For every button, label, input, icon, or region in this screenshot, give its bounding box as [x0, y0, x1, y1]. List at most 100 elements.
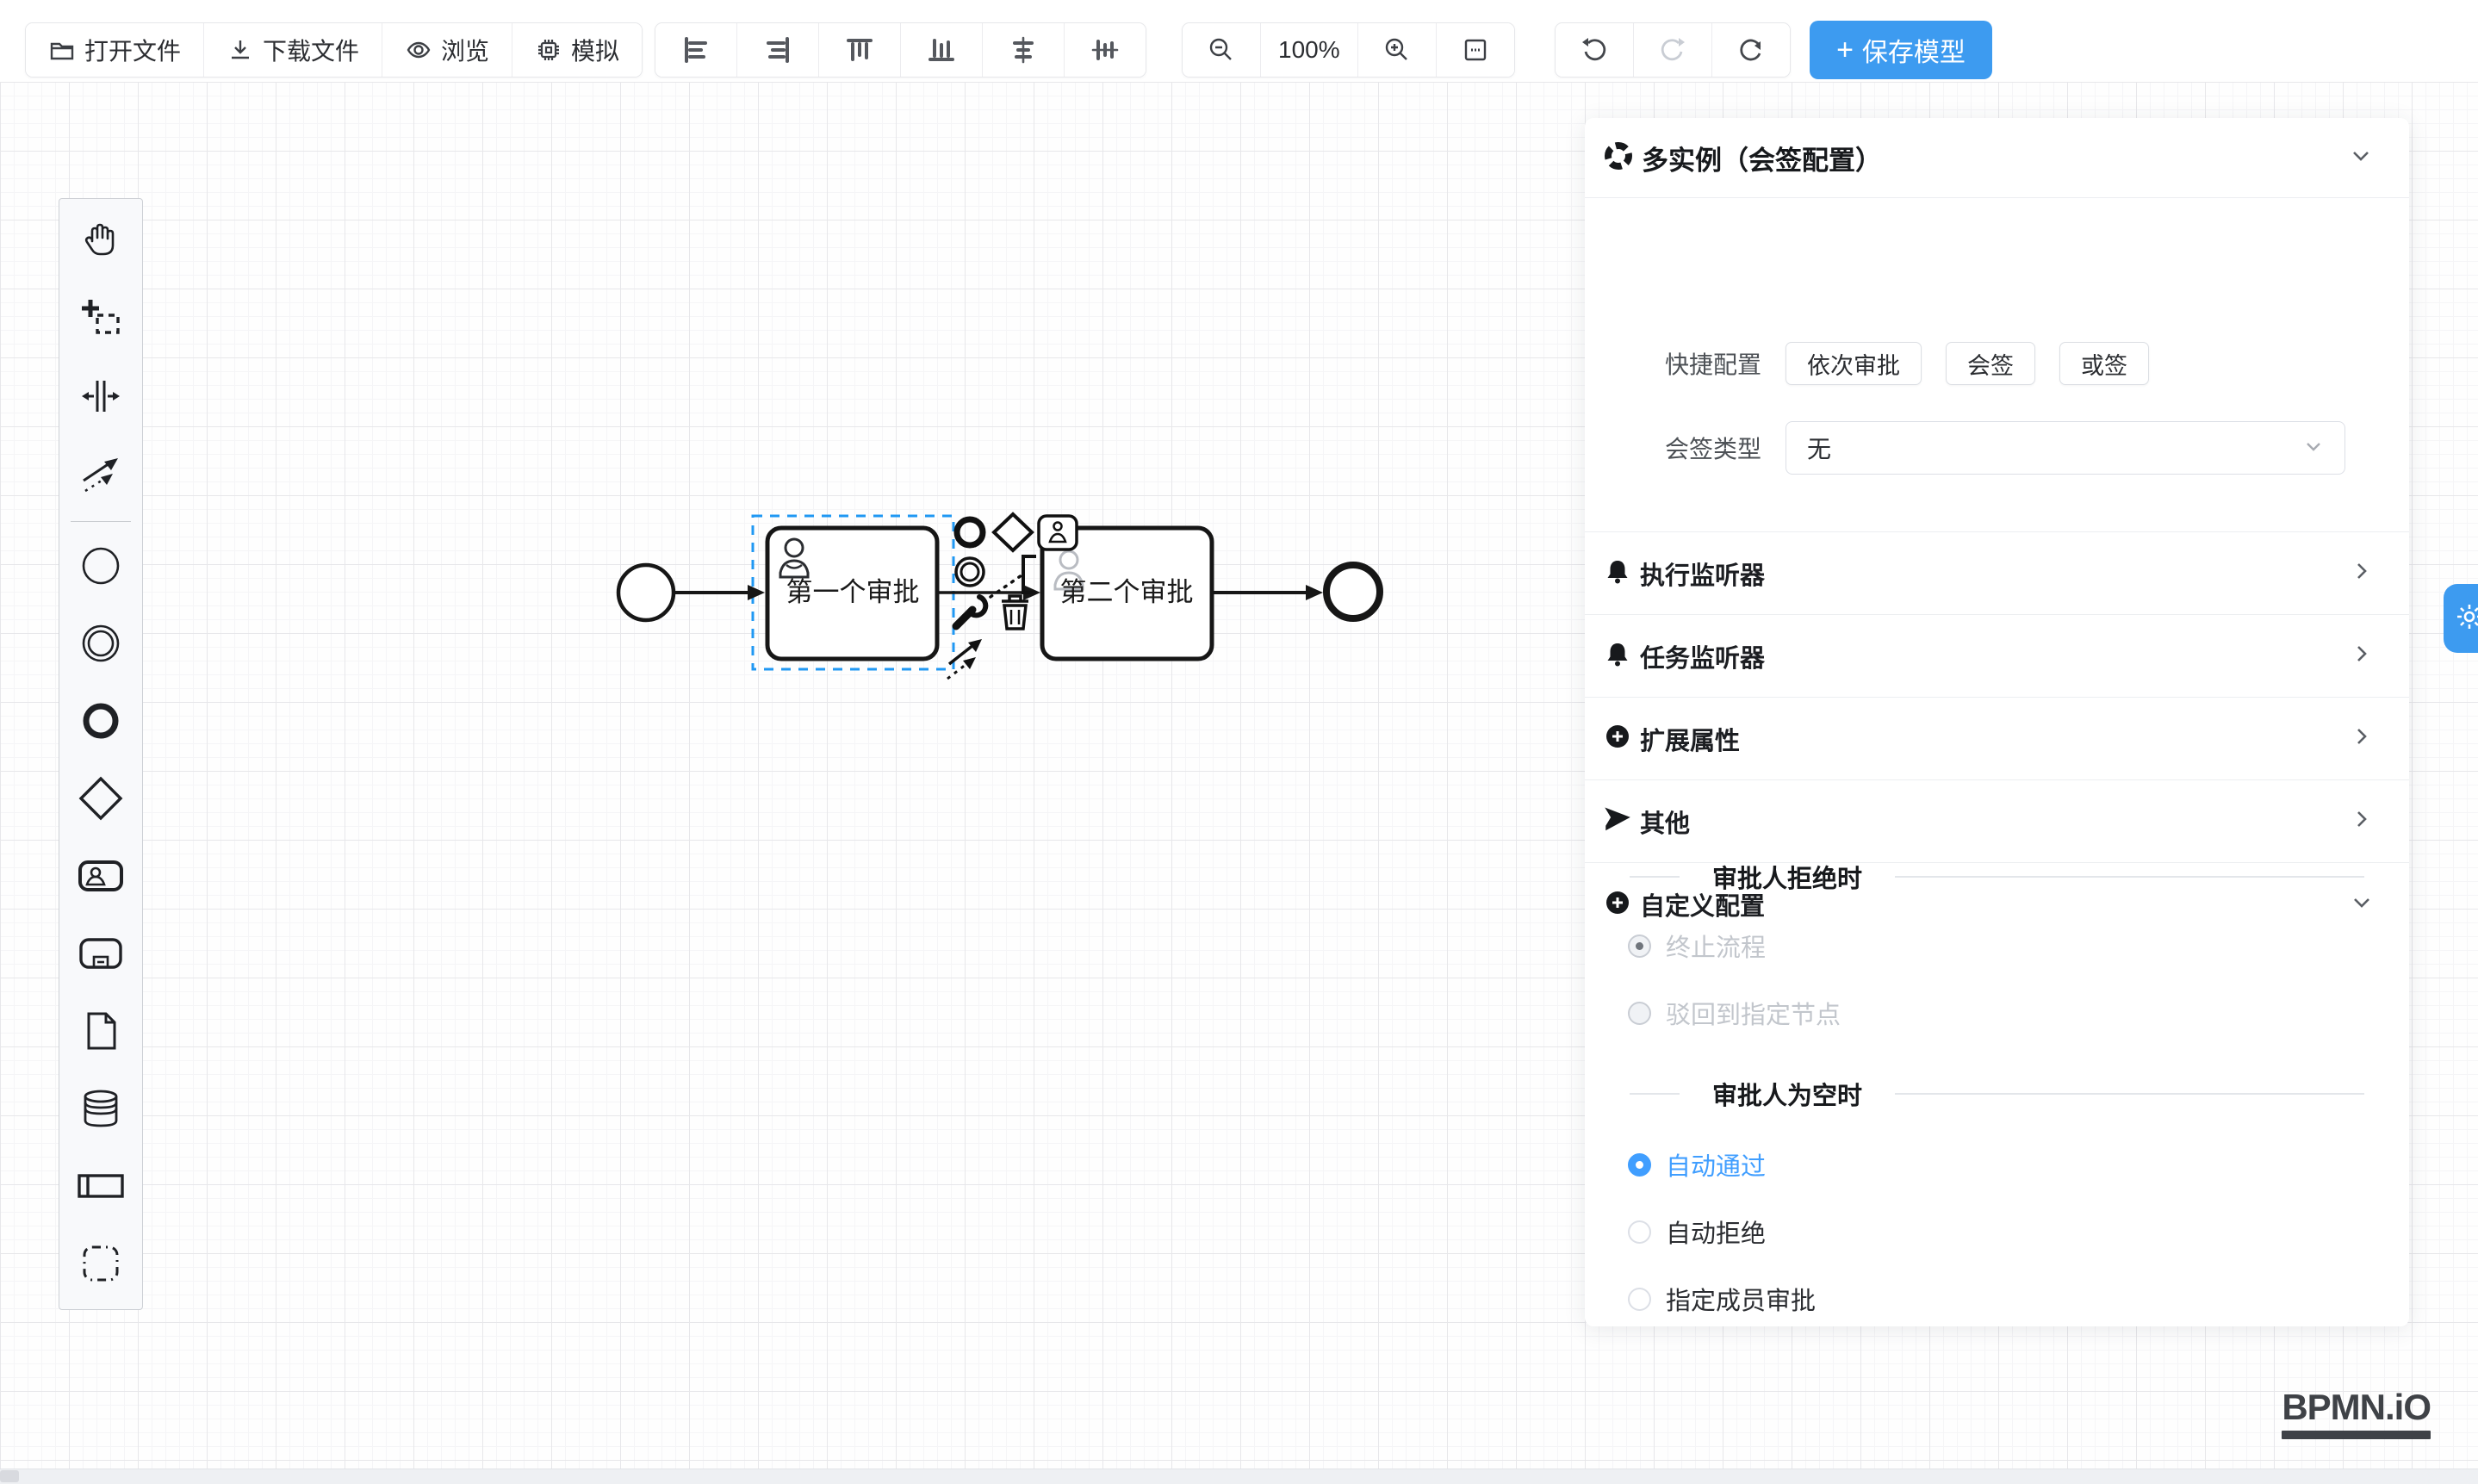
fit-viewport-button[interactable] [1437, 23, 1514, 77]
align-bottom-button[interactable] [901, 23, 983, 77]
panel-header[interactable]: 多实例（会签配置） [1585, 118, 2409, 198]
section-execution-listener[interactable]: 执行监听器 [1585, 532, 2409, 615]
section-extended-attributes[interactable]: 扩展属性 [1585, 698, 2409, 780]
section-task-listener[interactable]: 任务监听器 [1585, 615, 2409, 698]
lasso-tool-icon [78, 296, 123, 345]
align-right-icon [763, 35, 792, 65]
create-end-event[interactable] [61, 684, 140, 761]
gateway-icon [77, 774, 125, 827]
undo-button[interactable] [1556, 23, 1634, 77]
global-connect-tool[interactable] [61, 437, 140, 514]
settings-tab[interactable] [2444, 584, 2478, 653]
create-subprocess[interactable] [61, 916, 140, 994]
align-top-icon [845, 35, 874, 65]
preview-button[interactable]: 浏览 [382, 23, 512, 77]
radio-terminate-process[interactable]: 终止流程 [1628, 928, 1766, 963]
bpmn-io-logo-underline [2282, 1431, 2431, 1439]
align-left-button[interactable] [655, 23, 737, 77]
create-group[interactable] [61, 1226, 140, 1304]
palette-separator [71, 521, 131, 522]
bpmn-palette [59, 198, 143, 1310]
countersign-button[interactable]: 会签 [1946, 342, 2035, 385]
align-toolbar-group [655, 22, 1146, 78]
create-user-task[interactable] [61, 839, 140, 916]
empty-group-divider: 审批人为空时 [1585, 1077, 2409, 1111]
radio-icon[interactable] [1628, 934, 1651, 958]
section-label: 其他 [1640, 804, 1690, 840]
zoom-out-button[interactable] [1183, 23, 1261, 77]
create-gateway[interactable] [61, 761, 140, 839]
end-event-icon [78, 699, 123, 748]
create-intermediate-event[interactable] [61, 606, 140, 684]
data-object-icon [78, 1009, 123, 1058]
horizontal-scrollbar[interactable] [0, 1468, 2478, 1484]
start-event-icon [78, 543, 123, 593]
divider-line [1630, 1093, 1680, 1095]
app-window: 第一个审批 第二个审批 [0, 0, 2478, 1484]
chevron-down-icon[interactable] [2349, 144, 2373, 172]
create-data-object[interactable] [61, 994, 140, 1071]
empty-group-title: 审批人为空时 [1712, 1076, 1862, 1112]
align-middle-button[interactable] [1065, 23, 1146, 77]
hand-tool[interactable] [61, 204, 140, 282]
data-store-icon [78, 1086, 123, 1135]
section-label: 扩展属性 [1640, 721, 1740, 757]
radio-auto-pass[interactable]: 自动通过 [1628, 1147, 1766, 1182]
or-sign-button[interactable]: 或签 [2059, 342, 2149, 385]
scrollbar-thumb[interactable] [0, 1470, 19, 1482]
radio-label: 指定成员审批 [1666, 1281, 1816, 1317]
group-icon [78, 1241, 123, 1290]
radio-icon[interactable] [1628, 1153, 1651, 1177]
align-center-button[interactable] [983, 23, 1065, 77]
refresh-button[interactable] [1712, 23, 1790, 77]
space-tool[interactable] [61, 359, 140, 437]
space-tool-icon [78, 374, 123, 423]
align-top-button[interactable] [819, 23, 901, 77]
align-center-horizontal-icon [1009, 35, 1038, 65]
radio-icon[interactable] [1628, 1220, 1651, 1244]
panel-title: 多实例（会签配置） [1642, 139, 1882, 177]
radio-assign-member[interactable]: 指定成员审批 [1628, 1282, 1816, 1316]
lasso-tool[interactable] [61, 282, 140, 359]
fit-viewport-icon [1461, 35, 1490, 65]
download-file-label: 下载文件 [263, 33, 359, 67]
reject-group-title: 审批人拒绝时 [1712, 859, 1862, 895]
align-left-icon [681, 35, 711, 65]
chevron-down-icon [2351, 891, 2373, 918]
radio-label: 自动通过 [1666, 1146, 1766, 1183]
align-right-button[interactable] [737, 23, 819, 77]
user-task-icon [77, 852, 125, 904]
chevron-right-icon [2351, 808, 2373, 835]
subprocess-icon [77, 929, 125, 982]
radio-return-to-node[interactable]: 驳回到指定节点 [1628, 996, 1841, 1030]
simulate-button[interactable]: 模拟 [512, 23, 642, 77]
select-chevron-down-icon [2303, 436, 2324, 461]
sign-type-select[interactable]: 无 [1786, 421, 2345, 475]
radio-auto-reject[interactable]: 自动拒绝 [1628, 1214, 1766, 1249]
radio-icon[interactable] [1628, 1288, 1651, 1311]
zoom-toolbar-group: 100% [1182, 22, 1515, 78]
download-file-button[interactable]: 下载文件 [204, 23, 382, 77]
bpmn-io-logo[interactable]: BPMN.iO [2282, 1387, 2431, 1439]
radio-icon[interactable] [1628, 1002, 1651, 1025]
zoom-in-button[interactable] [1358, 23, 1437, 77]
simulate-label: 模拟 [571, 33, 619, 67]
zoom-out-icon [1207, 35, 1236, 65]
bell-icon [1604, 557, 1631, 589]
top-toolbar: 打开文件 下载文件 浏览 [0, 0, 2478, 82]
send-icon [1604, 805, 1631, 837]
sign-type-row: 会签类型 无 [1585, 421, 2409, 475]
divider-line [1895, 1093, 2364, 1095]
redo-button[interactable] [1634, 23, 1712, 77]
align-bottom-icon [927, 35, 956, 65]
open-file-button[interactable]: 打开文件 [26, 23, 204, 77]
save-model-button[interactable]: + 保存模型 [1810, 21, 1992, 79]
create-start-event[interactable] [61, 529, 140, 606]
sequential-approval-button[interactable]: 依次审批 [1786, 342, 1922, 385]
section-other[interactable]: 其他 [1585, 780, 2409, 863]
align-middle-vertical-icon [1090, 35, 1120, 65]
create-participant[interactable] [61, 1149, 140, 1226]
chip-icon [535, 36, 562, 64]
create-data-store[interactable] [61, 1071, 140, 1149]
participant-icon [77, 1162, 125, 1214]
